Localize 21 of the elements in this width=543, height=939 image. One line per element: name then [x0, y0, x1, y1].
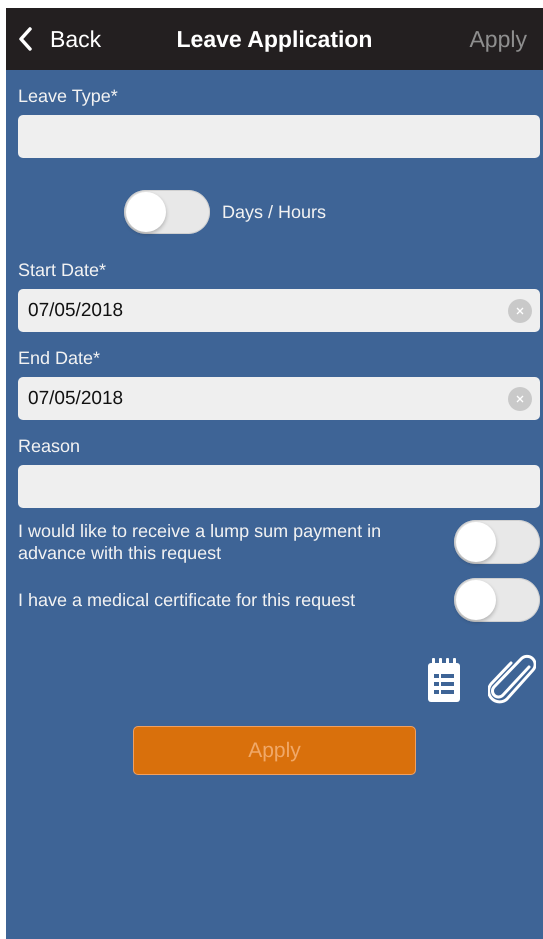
date-field[interactable]: 07/05/2018: [18, 289, 540, 332]
field-label: Start Date*: [18, 260, 106, 281]
toggle-switch[interactable]: [124, 190, 210, 234]
input-field[interactable]: [18, 115, 540, 158]
notepad-icon[interactable]: [428, 658, 460, 702]
toggle-label: Days / Hours: [222, 202, 326, 222]
option-label: I would like to receive a lump sum payment in advance with this request: [18, 520, 382, 564]
back-button[interactable]: Back: [18, 26, 102, 52]
input-field[interactable]: [18, 465, 540, 508]
date-field[interactable]: 07/05/2018: [18, 377, 540, 420]
field-label: Reason: [18, 436, 80, 457]
toggle-switch[interactable]: [454, 578, 540, 622]
paperclip-icon[interactable]: [488, 654, 536, 706]
toggle-switch[interactable]: [454, 520, 540, 564]
field-label: Leave Type*: [18, 86, 118, 107]
option-label: I have a medical certificate for this request: [18, 589, 356, 611]
chevron-left-icon: [18, 27, 32, 51]
field-label: End Date*: [18, 348, 100, 369]
close-icon: [516, 306, 524, 314]
screen-title: Leave Application: [176, 26, 372, 52]
close-icon: [516, 394, 524, 402]
